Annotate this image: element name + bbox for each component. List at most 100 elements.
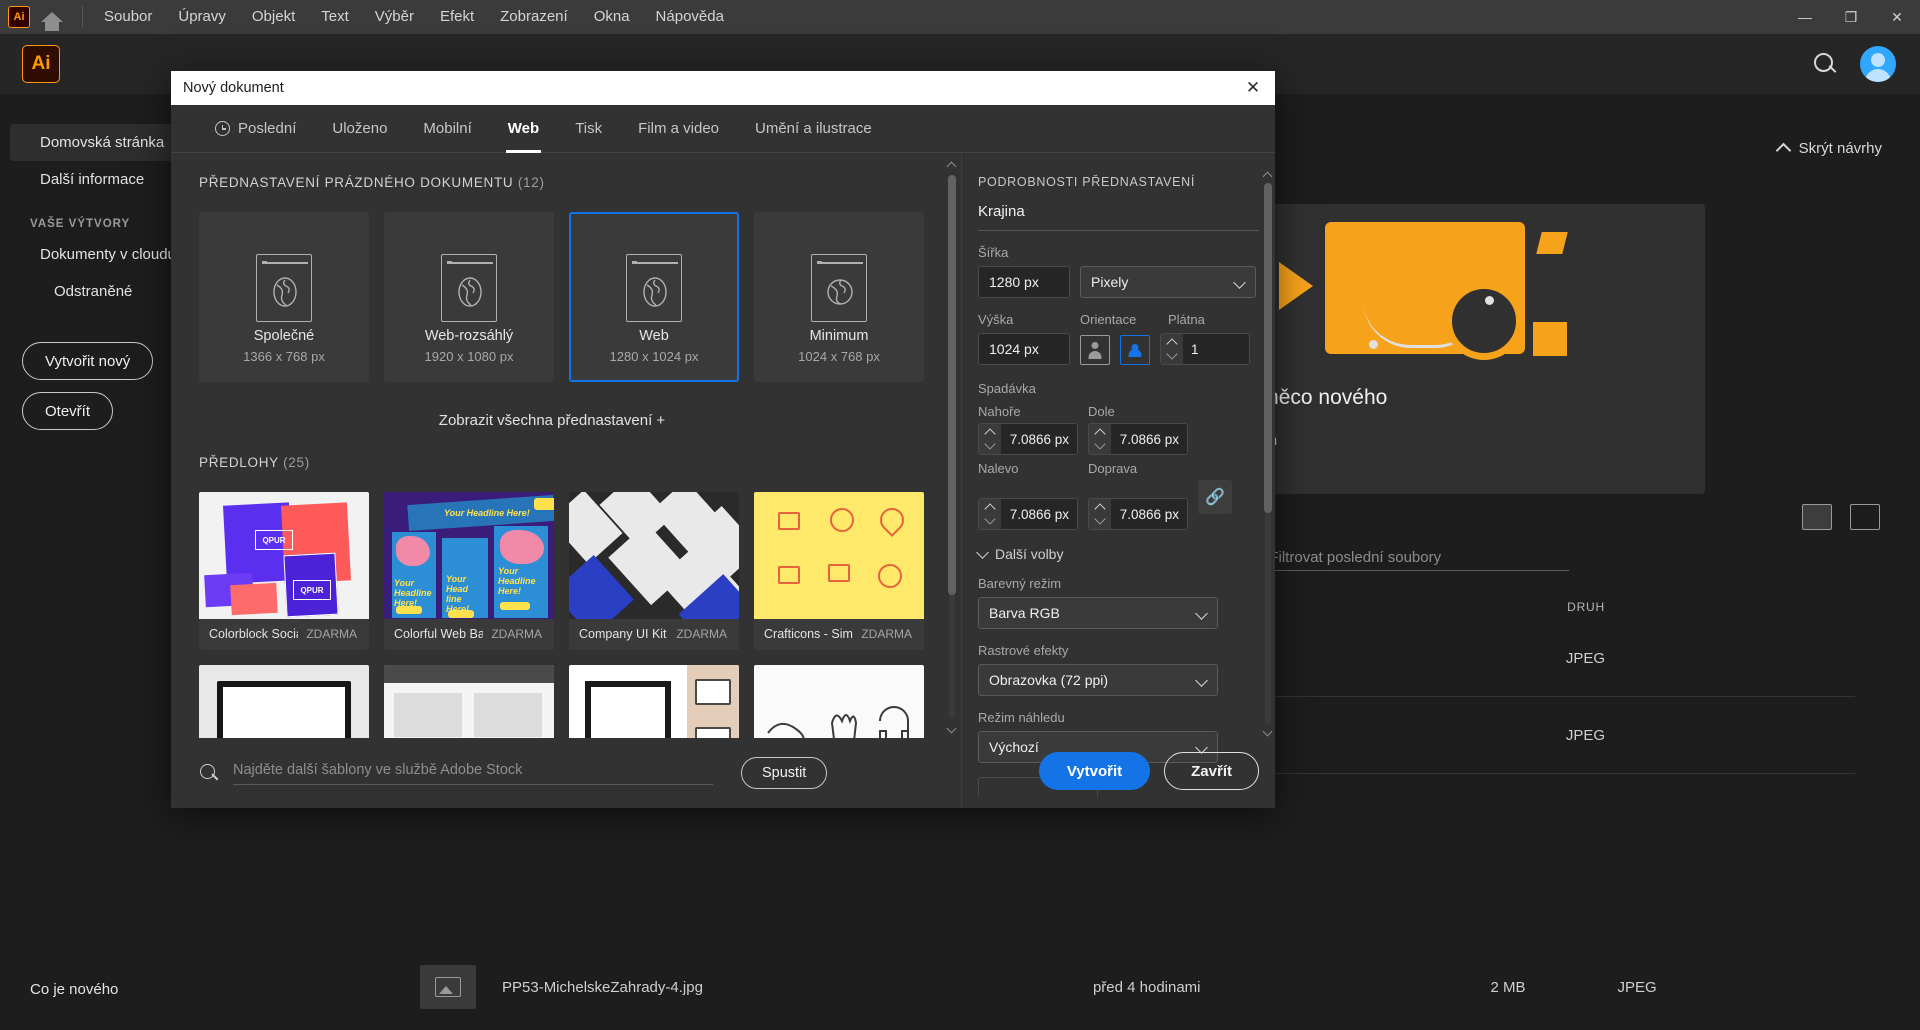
close-window-button[interactable]: ✕ (1874, 0, 1920, 34)
minimize-button[interactable]: — (1782, 0, 1828, 34)
scrollbar-thumb[interactable] (948, 175, 956, 595)
grid-view-icon[interactable] (1850, 504, 1880, 530)
table-row[interactable]: B JPEG (1215, 620, 1855, 697)
color-mode-select[interactable]: Barva RGB (978, 597, 1218, 629)
tab-print[interactable]: Tisk (557, 105, 620, 153)
avatar[interactable] (1860, 46, 1896, 82)
more-options-toggle[interactable]: Další volby (962, 530, 1275, 562)
scroll-down-icon[interactable] (1263, 726, 1273, 736)
tab-mobile[interactable]: Mobilní (405, 105, 489, 153)
template-card-row2-1[interactable] (199, 665, 369, 738)
window-titlebar: Ai Soubor Úpravy Objekt Text Výběr Efekt… (0, 0, 1920, 34)
web-document-icon (256, 254, 312, 322)
preset-card-web-rozsahly[interactable]: Web-rozsáhlý 1920 x 1080 px (384, 212, 554, 382)
stepper-arrows[interactable] (979, 499, 1001, 529)
preset-name-input[interactable]: Krajina (978, 203, 1259, 231)
table-row[interactable]: B JPEG (1215, 697, 1855, 774)
portrait-orientation-button[interactable] (1080, 335, 1110, 365)
menu-item-napoveda[interactable]: Nápověda (643, 0, 737, 34)
promo-shape-small-square (1536, 232, 1567, 254)
sidebar-item-cloud-documents[interactable]: Dokumenty v cloudu (10, 236, 195, 273)
scroll-down-icon[interactable] (947, 723, 957, 733)
link-icon[interactable]: 🔗 (1198, 480, 1232, 514)
stock-search-input[interactable]: Najděte další šablony ve službě Adobe St… (233, 762, 713, 785)
artboards-stepper[interactable]: 1 (1160, 333, 1250, 365)
bleed-left-stepper[interactable]: 7.0866 px (978, 498, 1078, 530)
menu-item-okna[interactable]: Okna (581, 0, 643, 34)
row-kind: JPEG (1566, 727, 1605, 744)
bleed-bottom-stepper[interactable]: 7.0866 px (1088, 423, 1188, 455)
menu-item-efekt[interactable]: Efekt (427, 0, 487, 34)
menu-item-vyber[interactable]: Výběr (362, 0, 427, 34)
menu-item-zobrazeni[interactable]: Zobrazení (487, 0, 581, 34)
template-card-colorblock-social[interactable]: QPURQPUR Colorblock Socia... ZDARMA (199, 492, 369, 650)
stepper-arrows[interactable] (1089, 424, 1111, 454)
stepper-arrows[interactable] (1089, 499, 1111, 529)
menu-item-objekt[interactable]: Objekt (239, 0, 308, 34)
landscape-orientation-button[interactable] (1120, 335, 1150, 365)
template-card-company-ui-kit[interactable]: Company UI Kit ZDARMA (569, 492, 739, 650)
close-icon[interactable]: ✕ (1231, 71, 1275, 105)
bleed-right-value[interactable]: 7.0866 px (1111, 499, 1187, 529)
scroll-up-icon[interactable] (947, 161, 957, 171)
home-button[interactable] (30, 0, 74, 34)
artboards-label: Plátna (1168, 312, 1205, 327)
preset-card-minimum[interactable]: Minimum 1024 x 768 px (754, 212, 924, 382)
color-mode-label: Barevný režim (978, 576, 1259, 591)
menu-item-text[interactable]: Text (308, 0, 362, 34)
create-button[interactable]: Vytvořit (1039, 752, 1150, 790)
whats-new-link[interactable]: Co je nového (30, 981, 118, 998)
tab-art-illustration[interactable]: Umění a ilustrace (737, 105, 890, 153)
details-scrollbar[interactable] (1263, 171, 1273, 736)
recent-file-row[interactable]: PP53-MichelskeZahrady-4.jpg před 4 hodin… (420, 965, 1850, 1009)
stepper-arrows[interactable] (1161, 334, 1183, 364)
menu-item-soubor[interactable]: Soubor (91, 0, 165, 34)
artboards-value[interactable]: 1 (1183, 334, 1249, 364)
scroll-up-icon[interactable] (1263, 171, 1273, 181)
hide-suggestions-button[interactable]: Skrýt návrhy (1778, 140, 1882, 157)
template-card-row2-3[interactable] (569, 665, 739, 738)
stock-search-button[interactable]: Spustit (741, 757, 827, 789)
open-button[interactable]: Otevřít (22, 392, 113, 430)
tab-web[interactable]: Web (490, 105, 557, 153)
bleed-left-value[interactable]: 7.0866 px (1001, 499, 1077, 529)
create-new-button[interactable]: Vytvořit nový (22, 342, 153, 380)
preview-mode-label: Režim náhledu (978, 710, 1259, 725)
tab-recent[interactable]: Poslední (197, 105, 314, 153)
bleed-bottom-value[interactable]: 7.0866 px (1111, 424, 1187, 454)
filter-row: ovat Filtrovat poslední soubory (1225, 549, 1569, 571)
tab-saved[interactable]: Uloženo (314, 105, 405, 153)
preset-card-web[interactable]: Web 1280 x 1024 px (569, 212, 739, 382)
template-name: Colorblock Socia... (209, 627, 298, 641)
template-card-row2-4[interactable] (754, 665, 924, 738)
units-select[interactable]: Pixely (1080, 266, 1256, 298)
file-size: 2 MB (1491, 979, 1526, 996)
bleed-right-stepper[interactable]: 7.0866 px (1088, 498, 1188, 530)
search-icon[interactable] (1812, 51, 1838, 77)
maximize-button[interactable]: ❐ (1828, 0, 1874, 34)
scrollbar-thumb[interactable] (1264, 183, 1272, 513)
menu-item-upravy[interactable]: Úpravy (165, 0, 239, 34)
bleed-top-value[interactable]: 7.0866 px (1001, 424, 1077, 454)
bleed-top-stepper[interactable]: 7.0866 px (978, 423, 1078, 455)
tab-film-video[interactable]: Film a video (620, 105, 737, 153)
show-all-presets-link[interactable]: Zobrazit všechna přednastavení + (171, 382, 933, 429)
cancel-button[interactable]: Zavřít (1164, 752, 1259, 790)
bleed-label: Spadávka (978, 381, 1259, 396)
height-orientation-labels: Výška Orientace Plátna (962, 298, 1275, 333)
sidebar-item-home[interactable]: Domovská stránka (10, 124, 195, 161)
list-view-icon[interactable] (1802, 504, 1832, 530)
template-card-row2-2[interactable] (384, 665, 554, 738)
width-input[interactable]: 1280 px (978, 266, 1070, 298)
presets-scrollbar[interactable] (947, 161, 957, 733)
template-card-crafticons[interactable]: Crafticons - Simp... ZDARMA (754, 492, 924, 650)
filter-input[interactable]: Filtrovat poslední soubory (1269, 549, 1569, 571)
preset-card-spolecne[interactable]: Společné 1366 x 768 px (199, 212, 369, 382)
height-input[interactable]: 1024 px (978, 333, 1070, 365)
raster-effects-select[interactable]: Obrazovka (72 ppi) (978, 664, 1218, 696)
sidebar-item-learn[interactable]: Další informace (10, 161, 195, 198)
template-price: ZDARMA (676, 627, 731, 641)
sidebar-item-deleted[interactable]: Odstraněné (10, 273, 195, 310)
stepper-arrows[interactable] (979, 424, 1001, 454)
template-card-colorful-web-banner[interactable]: Your Headline Here! YourHeadlineHere! Yo… (384, 492, 554, 650)
